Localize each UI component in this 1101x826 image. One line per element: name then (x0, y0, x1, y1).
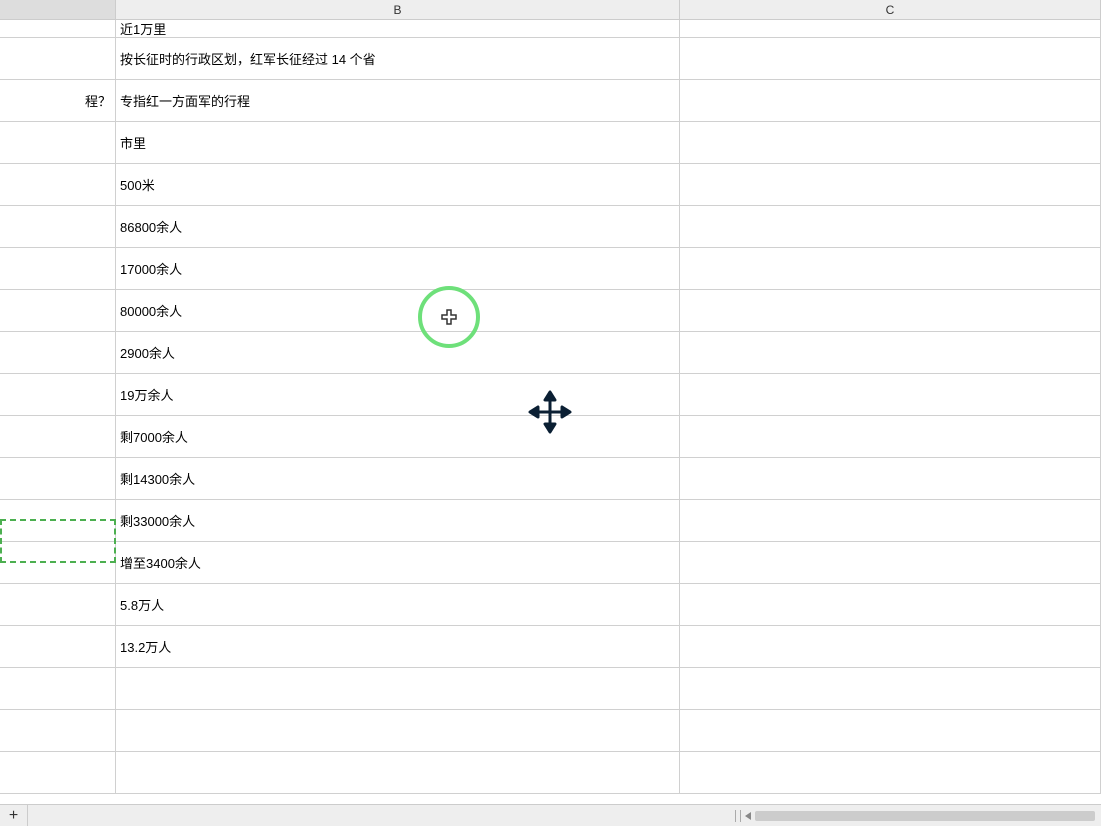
col-header-c[interactable]: C (680, 0, 1101, 19)
cell-b[interactable] (116, 668, 680, 709)
cell-c[interactable] (680, 626, 1101, 667)
cell-c[interactable] (680, 38, 1101, 79)
cell-a[interactable] (0, 374, 116, 415)
cell-c[interactable] (680, 290, 1101, 331)
cell-a[interactable] (0, 122, 116, 163)
cell-a[interactable] (0, 752, 116, 793)
cell-c[interactable] (680, 668, 1101, 709)
cell-c[interactable] (680, 164, 1101, 205)
cell-b[interactable]: 剩7000余人 (116, 416, 680, 457)
cell-a[interactable] (0, 710, 116, 751)
table-row: 80000余人 (0, 290, 1101, 332)
cell-b[interactable]: 专指红一方面军的行程 (116, 80, 680, 121)
table-row: 剩33000余人 (0, 500, 1101, 542)
table-row: 剩7000余人 (0, 416, 1101, 458)
scrollbar-splitter[interactable] (735, 810, 741, 822)
table-row: 2900余人 (0, 332, 1101, 374)
cell-c[interactable] (680, 248, 1101, 289)
table-row (0, 752, 1101, 794)
scroll-left-icon[interactable] (745, 812, 751, 820)
cell-a[interactable]: 程？ (0, 80, 116, 121)
col-header-a[interactable] (0, 0, 116, 19)
cell-b[interactable]: 19万余人 (116, 374, 680, 415)
cell-a[interactable] (0, 542, 116, 583)
cell-c[interactable] (680, 206, 1101, 247)
cell-c[interactable] (680, 20, 1101, 37)
table-row: 17000余人 (0, 248, 1101, 290)
spreadsheet-grid[interactable]: 近1万里按长征时的行政区划，红军长征经过 14 个省程？专指红一方面军的行程市里… (0, 20, 1101, 794)
cell-c[interactable] (680, 542, 1101, 583)
table-row: 按长征时的行政区划，红军长征经过 14 个省 (0, 38, 1101, 80)
cell-a[interactable] (0, 668, 116, 709)
sheet-tab-bar: + (0, 804, 1101, 826)
cell-b[interactable]: 13.2万人 (116, 626, 680, 667)
cell-c[interactable] (680, 374, 1101, 415)
cell-c[interactable] (680, 710, 1101, 751)
cell-c[interactable] (680, 752, 1101, 793)
table-row: 86800余人 (0, 206, 1101, 248)
add-sheet-button[interactable]: + (0, 805, 28, 826)
cell-a[interactable] (0, 38, 116, 79)
cell-a[interactable] (0, 206, 116, 247)
col-header-b[interactable]: B (116, 0, 680, 19)
scrollbar-track[interactable] (755, 811, 1095, 821)
cell-c[interactable] (680, 458, 1101, 499)
cell-b[interactable]: 17000余人 (116, 248, 680, 289)
cell-c[interactable] (680, 584, 1101, 625)
table-row: 市里 (0, 122, 1101, 164)
column-headers: B C (0, 0, 1101, 20)
cell-b[interactable]: 5.8万人 (116, 584, 680, 625)
cell-a[interactable] (0, 416, 116, 457)
cell-a[interactable] (0, 500, 116, 541)
cell-c[interactable] (680, 122, 1101, 163)
table-row: 5.8万人 (0, 584, 1101, 626)
table-row (0, 668, 1101, 710)
cell-b[interactable]: 2900余人 (116, 332, 680, 373)
cell-c[interactable] (680, 80, 1101, 121)
table-row: 13.2万人 (0, 626, 1101, 668)
cell-b[interactable]: 86800余人 (116, 206, 680, 247)
table-row: 近1万里 (0, 20, 1101, 38)
cell-a[interactable] (0, 332, 116, 373)
table-row (0, 710, 1101, 752)
cell-c[interactable] (680, 332, 1101, 373)
cell-b[interactable] (116, 752, 680, 793)
cell-c[interactable] (680, 500, 1101, 541)
table-row: 500米 (0, 164, 1101, 206)
table-row: 增至3400余人 (0, 542, 1101, 584)
cell-b[interactable]: 按长征时的行政区划，红军长征经过 14 个省 (116, 38, 680, 79)
cell-b[interactable]: 市里 (116, 122, 680, 163)
cell-b[interactable]: 80000余人 (116, 290, 680, 331)
cell-b[interactable] (116, 710, 680, 751)
cell-a[interactable] (0, 584, 116, 625)
cell-a[interactable] (0, 20, 116, 37)
cell-b[interactable]: 增至3400余人 (116, 542, 680, 583)
cell-a[interactable] (0, 164, 116, 205)
table-row: 剩14300余人 (0, 458, 1101, 500)
table-row: 程？专指红一方面军的行程 (0, 80, 1101, 122)
cell-b[interactable]: 近1万里 (116, 20, 680, 37)
cell-a[interactable] (0, 290, 116, 331)
horizontal-scrollbar[interactable] (735, 810, 1101, 822)
cell-a[interactable] (0, 458, 116, 499)
cell-b[interactable]: 剩33000余人 (116, 500, 680, 541)
cell-b[interactable]: 500米 (116, 164, 680, 205)
cell-b[interactable]: 剩14300余人 (116, 458, 680, 499)
cell-a[interactable] (0, 626, 116, 667)
cell-c[interactable] (680, 416, 1101, 457)
cell-a[interactable] (0, 248, 116, 289)
table-row: 19万余人 (0, 374, 1101, 416)
